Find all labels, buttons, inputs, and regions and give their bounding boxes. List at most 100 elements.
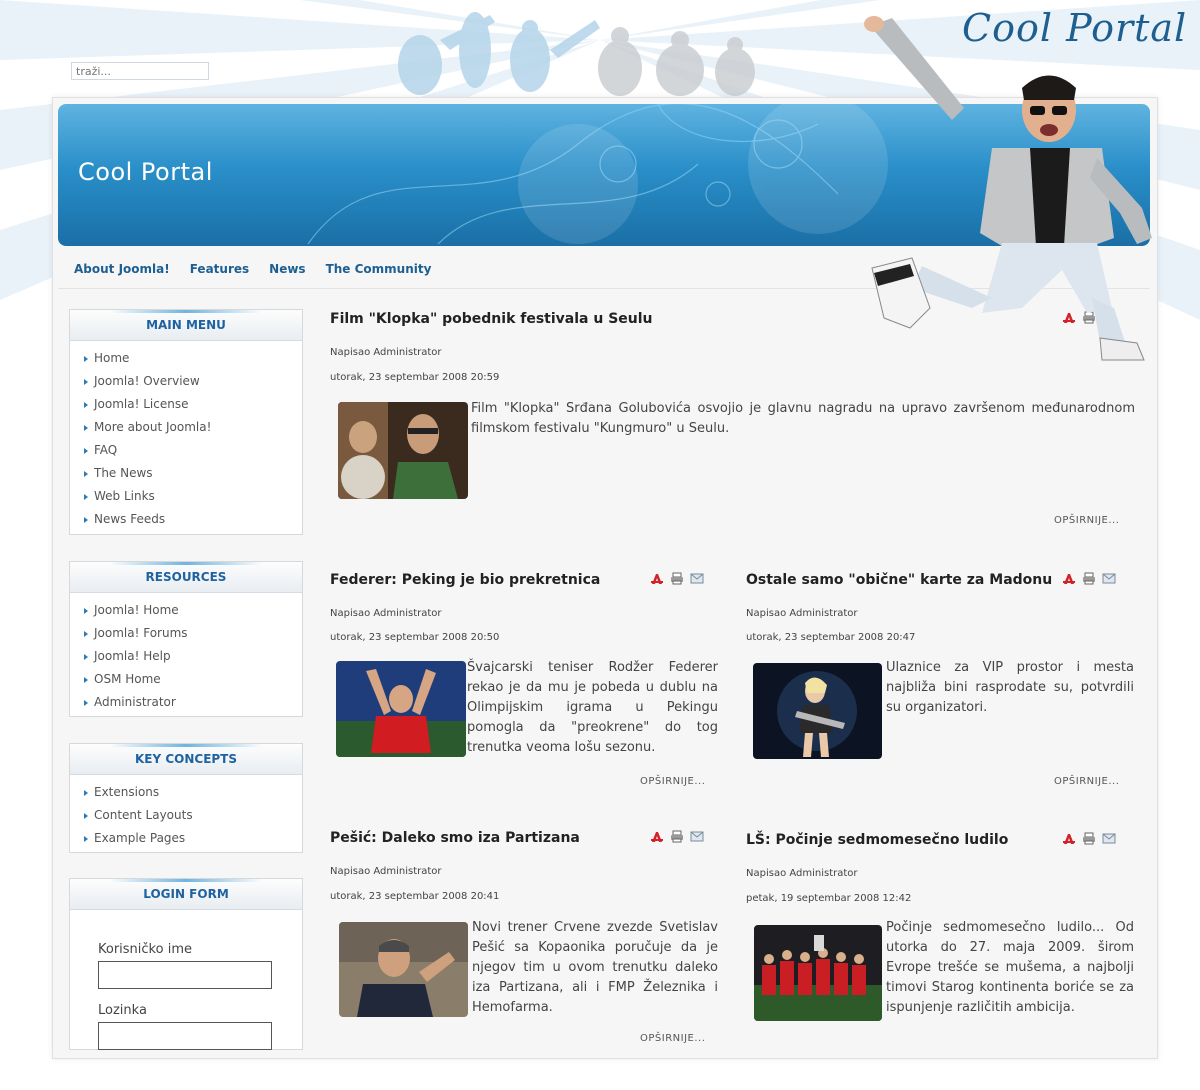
- article-title[interactable]: Pešić: Daleko smo iza Partizana: [330, 830, 580, 846]
- article-liga-sampiona: LŠ: Počinje sedmomesečno ludilo Napisao …: [746, 830, 1136, 1046]
- main-menu-title: MAIN MENU: [70, 310, 302, 341]
- resource-osm-home[interactable]: OSM Home: [84, 668, 302, 691]
- username-field[interactable]: [98, 961, 272, 989]
- article-title[interactable]: Federer: Peking je bio prekretnica: [330, 572, 600, 588]
- password-label: Lozinka: [98, 1003, 147, 1018]
- pdf-icon[interactable]: [1062, 832, 1076, 845]
- menu-item-label[interactable]: Joomla! License: [94, 397, 188, 411]
- dancers-silhouette: [380, 10, 780, 104]
- banner-title: Cool Portal: [78, 158, 213, 186]
- resource-label[interactable]: Joomla! Help: [94, 649, 171, 663]
- search-input[interactable]: [71, 62, 209, 80]
- article-author: Napisao Administrator: [330, 608, 442, 619]
- arrow-right-icon: [84, 607, 88, 614]
- pdf-icon[interactable]: [1062, 572, 1076, 585]
- article-author: Napisao Administrator: [746, 608, 858, 619]
- arrow-right-icon: [84, 447, 88, 454]
- menu-item-faq[interactable]: FAQ: [84, 439, 302, 462]
- readmore-link[interactable]: OPŠIRNIJE...: [1054, 515, 1119, 526]
- arrow-right-icon: [84, 493, 88, 500]
- arrow-right-icon: [84, 789, 88, 796]
- arrow-right-icon: [84, 401, 88, 408]
- article-actions: [1062, 832, 1116, 845]
- menu-item-news-feeds[interactable]: News Feeds: [84, 508, 302, 531]
- article-author: Napisao Administrator: [330, 866, 442, 877]
- readmore-link[interactable]: OPŠIRNIJE...: [640, 776, 705, 787]
- concept-label[interactable]: Content Layouts: [94, 808, 193, 822]
- menu-item-label[interactable]: More about Joomla!: [94, 420, 211, 434]
- menu-item-the-news[interactable]: The News: [84, 462, 302, 485]
- print-icon[interactable]: [1082, 572, 1096, 585]
- resource-label[interactable]: Administrator: [94, 695, 176, 709]
- arrow-right-icon: [84, 835, 88, 842]
- menu-item-label[interactable]: The News: [94, 466, 153, 480]
- article-title[interactable]: Ostale samo "obične" karte za Madonu: [746, 572, 1052, 588]
- article-title[interactable]: LŠ: Počinje sedmomesečno ludilo: [746, 832, 1008, 848]
- print-icon[interactable]: [1082, 832, 1096, 845]
- menu-item-joomla-overview[interactable]: Joomla! Overview: [84, 370, 302, 393]
- resource-label[interactable]: Joomla! Forums: [94, 626, 188, 640]
- email-icon[interactable]: [1102, 572, 1116, 585]
- article-text: Počinje sedmomesečno ludilo... Od utorka…: [886, 920, 1134, 1015]
- menu-item-joomla-license[interactable]: Joomla! License: [84, 393, 302, 416]
- resources-title: RESOURCES: [70, 562, 302, 593]
- article-author: Napisao Administrator: [330, 347, 442, 358]
- top-navigation: About Joomla! Features News The Communit…: [74, 262, 451, 276]
- article-text: Novi trener Crvene zvezde Svetislav Peši…: [472, 920, 718, 1015]
- concept-extensions[interactable]: Extensions: [84, 781, 302, 804]
- article-image-federer: [336, 661, 466, 757]
- arrow-right-icon: [84, 378, 88, 385]
- arrow-right-icon: [84, 516, 88, 523]
- article-actions: [1062, 572, 1116, 585]
- article-pesic: Pešić: Daleko smo iza Partizana Napisao …: [330, 828, 720, 1046]
- resource-joomla-help[interactable]: Joomla! Help: [84, 645, 302, 668]
- pdf-icon[interactable]: [650, 830, 664, 843]
- arrow-right-icon: [84, 470, 88, 477]
- arrow-right-icon: [84, 355, 88, 362]
- email-icon[interactable]: [690, 830, 704, 843]
- key-concepts-module: KEY CONCEPTS Extensions Content Layouts …: [69, 743, 303, 853]
- resource-joomla-home[interactable]: Joomla! Home: [84, 599, 302, 622]
- concept-example-pages[interactable]: Example Pages: [84, 827, 302, 850]
- main-menu-module: MAIN MENU Home Joomla! Overview Joomla! …: [69, 309, 303, 535]
- email-icon[interactable]: [690, 572, 704, 585]
- concept-label[interactable]: Example Pages: [94, 831, 185, 845]
- arrow-right-icon: [84, 676, 88, 683]
- menu-item-label[interactable]: Joomla! Overview: [94, 374, 200, 388]
- print-icon[interactable]: [670, 572, 684, 585]
- menu-item-label[interactable]: Home: [94, 351, 129, 365]
- pdf-icon[interactable]: [650, 572, 664, 585]
- readmore-link[interactable]: OPŠIRNIJE...: [1054, 776, 1119, 787]
- readmore-link[interactable]: OPŠIRNIJE...: [640, 1033, 705, 1044]
- article-title[interactable]: Film "Klopka" pobednik festivala u Seulu: [330, 311, 653, 327]
- article-text: Film "Klopka" Srđana Golubovića osvojio …: [471, 401, 1135, 436]
- resource-label[interactable]: OSM Home: [94, 672, 161, 686]
- menu-item-label[interactable]: Web Links: [94, 489, 155, 503]
- print-icon[interactable]: [670, 830, 684, 843]
- nav-about-joomla[interactable]: About Joomla!: [74, 262, 170, 276]
- nav-news[interactable]: News: [269, 262, 305, 276]
- resource-joomla-forums[interactable]: Joomla! Forums: [84, 622, 302, 645]
- key-concepts-title: KEY CONCEPTS: [70, 744, 302, 775]
- article-date: utorak, 23 septembar 2008 20:41: [330, 891, 500, 902]
- arrow-right-icon: [84, 812, 88, 819]
- concept-content-layouts[interactable]: Content Layouts: [84, 804, 302, 827]
- menu-item-more-about-joomla[interactable]: More about Joomla!: [84, 416, 302, 439]
- username-label: Korisničko ime: [98, 942, 192, 957]
- article-image-madona: [753, 663, 882, 759]
- email-icon[interactable]: [1102, 832, 1116, 845]
- concept-label[interactable]: Extensions: [94, 785, 159, 799]
- menu-item-label[interactable]: News Feeds: [94, 512, 165, 526]
- nav-the-community[interactable]: The Community: [326, 262, 432, 276]
- menu-item-web-links[interactable]: Web Links: [84, 485, 302, 508]
- nav-features[interactable]: Features: [190, 262, 249, 276]
- resource-label[interactable]: Joomla! Home: [94, 603, 179, 617]
- login-form-module: LOGIN FORM Korisničko ime Lozinka: [69, 878, 303, 1050]
- article-image-film: [338, 402, 468, 499]
- menu-item-home[interactable]: Home: [84, 347, 302, 370]
- article-text: Ulaznice za VIP prostor i mesta najbliža…: [886, 660, 1134, 715]
- resource-administrator[interactable]: Administrator: [84, 691, 302, 714]
- article-image-pesic: [339, 922, 468, 1017]
- menu-item-label[interactable]: FAQ: [94, 443, 117, 457]
- article-federer: Federer: Peking je bio prekretnica Napis…: [330, 570, 720, 795]
